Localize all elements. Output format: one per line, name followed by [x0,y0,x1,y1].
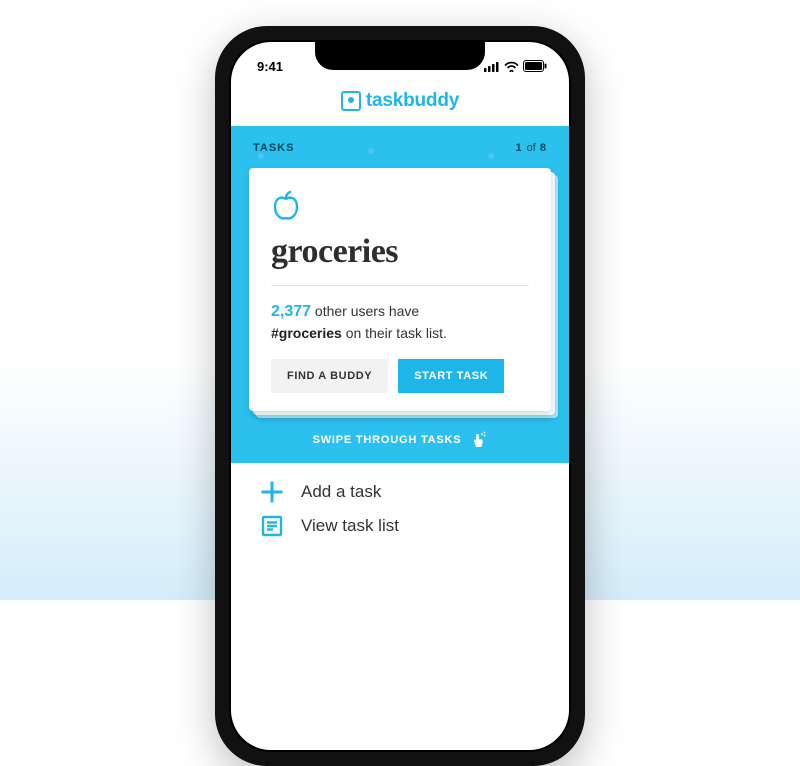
signal-icon [484,61,500,72]
find-buddy-button[interactable]: FIND A BUDDY [271,359,388,393]
tasks-header: TASKS 1 of 8 [249,142,551,154]
phone-screen: 9:41 taskbuddy TASKS 1 of 8 [231,42,569,750]
task-hashtag: #groceries [271,325,342,341]
task-card[interactable]: groceries 2,377 other users have #grocer… [249,168,551,411]
task-card-stack[interactable]: groceries 2,377 other users have #grocer… [249,168,551,411]
list-icon [259,515,285,537]
status-indicators [484,60,547,72]
apple-icon [271,190,529,227]
app-name: taskbuddy [366,90,459,112]
view-list-button[interactable]: View task list [259,515,541,537]
card-actions: FIND A BUDDY START TASK [271,359,529,393]
phone-notch [315,42,485,70]
app-header: taskbuddy [231,80,569,126]
add-task-label: Add a task [301,482,381,502]
battery-icon [523,60,547,72]
add-task-button[interactable]: Add a task [259,481,541,503]
wifi-icon [504,61,519,72]
plus-icon [259,481,285,503]
swipe-icon [469,431,487,449]
divider [271,285,529,286]
start-task-button[interactable]: START TASK [398,359,504,393]
phone-frame: 9:41 taskbuddy TASKS 1 of 8 [215,26,585,766]
stat-count: 2,377 [271,303,311,320]
app-logo-icon [341,91,361,111]
tasks-label: TASKS [253,142,294,154]
task-title: groceries [271,233,529,271]
task-stats: 2,377 other users have #groceries on the… [271,300,529,343]
bottom-actions: Add a task View task list [231,463,569,555]
status-time: 9:41 [257,59,283,74]
tasks-panel: TASKS 1 of 8 [231,126,569,463]
view-list-label: View task list [301,516,399,536]
tasks-pager: 1 of 8 [515,142,547,154]
swipe-hint: SWIPE THROUGH TASKS [249,425,551,451]
